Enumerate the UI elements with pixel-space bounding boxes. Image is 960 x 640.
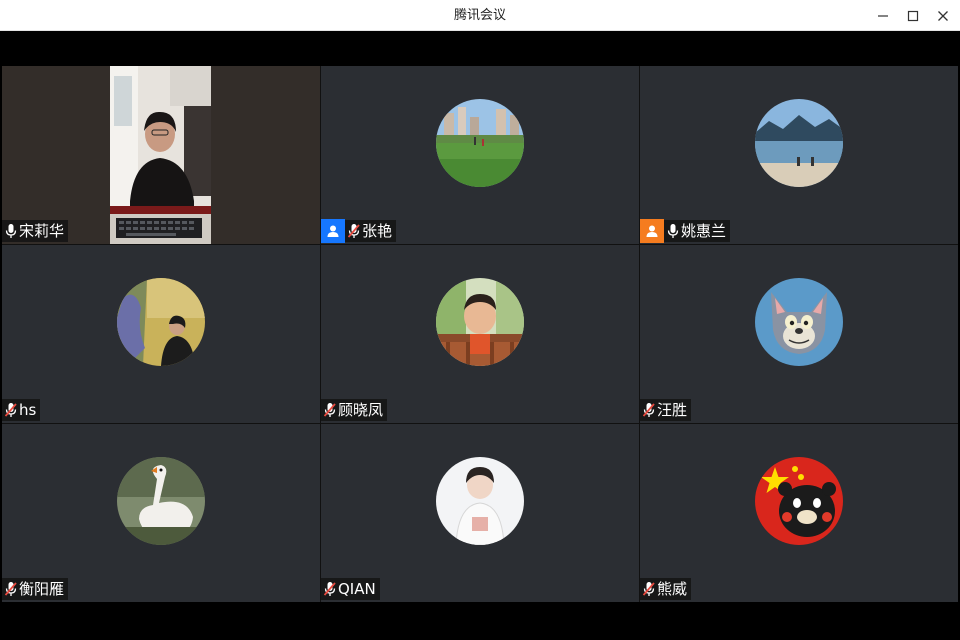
participant-avatar [117,278,205,366]
window-title: 腾讯会议 [453,8,506,23]
participant-avatar [436,278,524,366]
microphone-icon [4,220,18,242]
participant-tile[interactable]: hs [2,245,320,423]
participant-name-label: 姚惠兰 [640,218,731,243]
participant-name: 熊威 [657,580,688,598]
bottom-toolbar-area [0,602,960,640]
participant-tile[interactable]: 宋莉华 [2,66,320,244]
participant-tile[interactable]: 顾晓凤 [321,245,639,423]
close-button[interactable] [928,0,958,31]
microphone-muted-icon [4,399,18,421]
participant-grid: 宋莉华 张艳 姚惠兰 hs 顾晓凤 汪胜 衡阳雁 QIAN 熊威 [2,66,958,602]
participant-name: 张艳 [362,222,393,240]
participant-name: 衡阳雁 [19,580,65,598]
participant-video [110,66,211,244]
minimize-button[interactable] [868,0,898,31]
microphone-muted-icon [642,578,656,600]
microphone-icon [666,220,680,242]
microphone-muted-icon [347,220,361,242]
participant-name: QIAN [338,580,376,598]
participant-avatar [755,278,843,366]
participant-name-label: 衡阳雁 [2,578,69,600]
microphone-muted-icon [323,399,337,421]
participant-avatar [755,99,843,187]
participant-name-label: 汪胜 [640,399,692,421]
participant-name-label: 张艳 [321,218,397,243]
title-bar: 腾讯会议 [0,0,960,31]
participant-avatar [436,99,524,187]
microphone-muted-icon [642,399,656,421]
participant-avatar [436,457,524,545]
maximize-button[interactable] [898,0,928,31]
maximize-icon [907,10,919,21]
participant-name: 汪胜 [657,401,688,419]
participant-name: hs [19,401,37,419]
participant-name-label: 顾晓凤 [321,399,388,421]
participant-name: 顾晓凤 [338,401,384,419]
host-user-icon [321,218,345,243]
participant-tile[interactable]: 姚惠兰 [640,66,958,244]
participant-tile[interactable]: QIAN [321,424,639,602]
participant-tile[interactable]: 熊威 [640,424,958,602]
participant-name-label: QIAN [321,578,380,600]
participant-name: 宋莉华 [19,222,65,240]
participant-tile[interactable]: 张艳 [321,66,639,244]
top-toolbar-area [0,31,960,66]
participant-tile[interactable]: 衡阳雁 [2,424,320,602]
cohost-user-icon [640,218,664,243]
participant-avatar [755,457,843,545]
microphone-muted-icon [4,578,18,600]
minimize-icon [878,14,888,17]
participant-name-label: 熊威 [640,578,692,600]
participant-name-label: hs [2,399,41,421]
participant-name: 姚惠兰 [681,222,727,240]
participant-tile[interactable]: 汪胜 [640,245,958,423]
participant-name-label: 宋莉华 [2,220,69,242]
participant-avatar [117,457,205,545]
microphone-muted-icon [323,578,337,600]
close-icon [938,10,948,21]
